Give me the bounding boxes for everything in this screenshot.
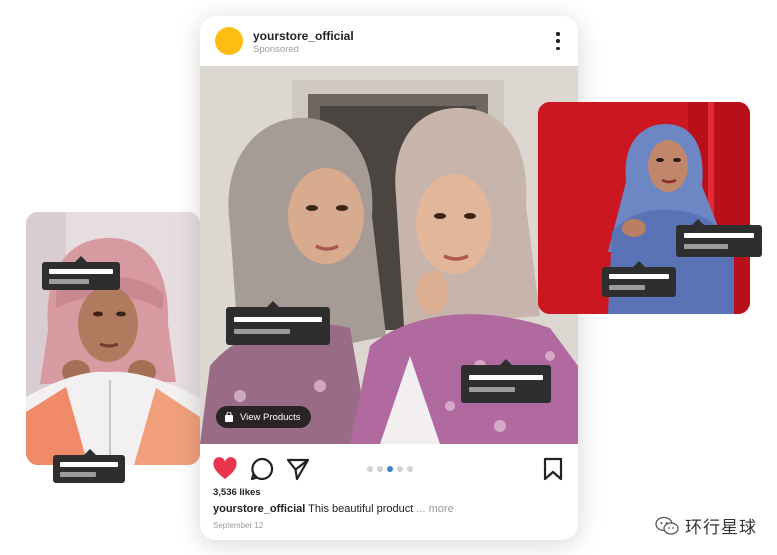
view-products-button[interactable]: View Products: [216, 406, 311, 428]
post-header: yourstore_official Sponsored: [200, 16, 578, 66]
caption-username[interactable]: yourstore_official: [213, 503, 305, 515]
shopping-bag-icon: [225, 412, 233, 422]
post-caption: yourstore_official This beautiful produc…: [213, 503, 454, 515]
sponsored-label: Sponsored: [253, 44, 299, 55]
watermark-text: 环行星球: [685, 518, 757, 537]
product-tag-left-photo[interactable]: [42, 262, 120, 290]
product-tag-post-left[interactable]: [226, 307, 330, 345]
watermark: 环行星球: [655, 513, 757, 538]
post-card: yourstore_official Sponsored View Produc…: [200, 16, 578, 540]
product-tag-post-right[interactable]: [461, 365, 551, 403]
carousel-dot[interactable]: [377, 466, 383, 472]
heart-icon[interactable]: [212, 456, 238, 482]
left-product-photo: [26, 212, 200, 465]
product-tag-right-bottom[interactable]: [602, 267, 676, 297]
more-options-icon[interactable]: [550, 32, 566, 50]
carousel-dot[interactable]: [397, 466, 403, 472]
carousel-dot[interactable]: [367, 466, 373, 472]
view-products-label: View Products: [240, 411, 301, 423]
post-action-bar: [200, 454, 578, 484]
wechat-icon: [655, 516, 679, 535]
comment-icon[interactable]: [249, 456, 275, 482]
product-tag-right-top[interactable]: [676, 225, 762, 257]
like-count[interactable]: 3,536 likes: [213, 487, 261, 498]
carousel-dot[interactable]: [407, 466, 413, 472]
post-date: September 12: [213, 521, 264, 530]
bookmark-icon[interactable]: [540, 456, 566, 482]
left-photo-illustration: [26, 212, 200, 465]
paper-plane-icon[interactable]: [285, 456, 311, 482]
carousel-dot[interactable]: [387, 466, 393, 472]
store-avatar[interactable]: [215, 27, 243, 55]
product-tag-left-bottom[interactable]: [53, 455, 125, 483]
caption-more-link[interactable]: ... more: [416, 503, 453, 515]
carousel-indicator: [367, 466, 413, 472]
store-name[interactable]: yourstore_official: [253, 29, 354, 43]
caption-text: This beautiful product: [305, 503, 417, 515]
